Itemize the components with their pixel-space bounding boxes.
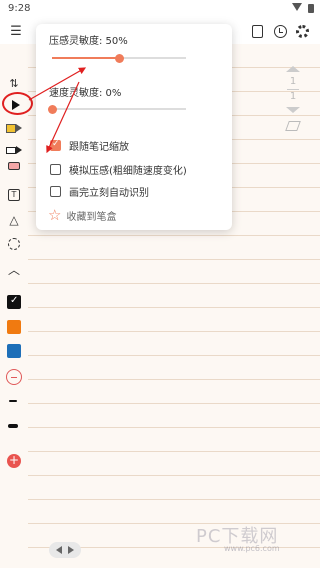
option-follow-zoom[interactable]: 跟随笔记缩放	[50, 138, 129, 153]
remove-color-icon[interactable]	[6, 369, 22, 385]
menu-icon[interactable]: ☰	[8, 23, 24, 39]
note-list-icon[interactable]	[249, 23, 265, 39]
next-page-icon[interactable]	[68, 546, 74, 554]
stroke-width-thin[interactable]	[9, 400, 17, 402]
wifi-icon	[292, 3, 302, 11]
watermark-url: www.pc6.com	[224, 544, 280, 553]
battery-icon	[308, 4, 314, 13]
checkbox[interactable]	[50, 163, 61, 175]
page-divider	[287, 89, 299, 90]
status-bar: 9:28	[0, 0, 320, 18]
stroke-width-thick[interactable]	[8, 424, 18, 428]
pencil-tool[interactable]	[6, 143, 22, 157]
pressure-sensitivity-slider[interactable]	[52, 53, 186, 63]
option-auto-recognize[interactable]: 画完立刻自动识别	[50, 184, 149, 199]
highlighter-tool[interactable]	[6, 121, 22, 135]
page-current: 1	[289, 76, 297, 87]
shapes-icon[interactable]: △	[6, 213, 22, 227]
add-to-penbox-button[interactable]: ☆ 收藏到笔盒	[48, 206, 116, 224]
page-indicator: 1 1	[285, 66, 301, 131]
speed-slider-thumb[interactable]	[48, 104, 57, 114]
color-swatch-black[interactable]	[7, 295, 21, 309]
page-nav-pill[interactable]	[49, 542, 81, 558]
option-label: 画完立刻自动识别	[69, 187, 149, 199]
lasso-icon[interactable]	[6, 237, 22, 251]
checkbox-checked[interactable]	[50, 139, 61, 151]
annotation-circle	[2, 92, 33, 115]
gear-icon[interactable]	[294, 23, 310, 39]
option-label: 模拟压感(粗细随速度变化)	[69, 165, 187, 177]
pen-settings-popup: 压感灵敏度: 50% 速度灵敏度: 0% 跟随笔记缩放 模拟压感(粗细随速度变化…	[36, 24, 232, 230]
swap-icon[interactable]: ⇅	[6, 76, 22, 90]
color-swatch-orange[interactable]	[7, 320, 21, 334]
page-total: 1	[289, 91, 297, 102]
text-tool-icon[interactable]: T	[6, 188, 22, 202]
chevron-up-icon[interactable]: ︿	[6, 262, 22, 277]
page-up-icon[interactable]	[286, 66, 300, 72]
speed-sensitivity-label: 速度灵敏度: 0%	[49, 88, 122, 99]
speed-sensitivity-slider[interactable]	[48, 104, 186, 114]
status-time: 9:28	[8, 3, 31, 14]
history-icon[interactable]	[272, 23, 288, 39]
left-toolbar: ⇅ T △ ︿ +	[0, 44, 28, 568]
option-label: 跟随笔记缩放	[69, 141, 129, 153]
add-to-penbox-label: 收藏到笔盒	[66, 211, 117, 223]
star-icon: ☆	[48, 206, 62, 224]
checkbox[interactable]	[50, 185, 61, 197]
pressure-slider-thumb[interactable]	[115, 53, 124, 63]
option-simulate-pressure[interactable]: 模拟压感(粗细随速度变化)	[50, 162, 187, 177]
page-down-icon[interactable]	[286, 107, 300, 113]
prev-page-icon[interactable]	[56, 546, 62, 554]
pressure-sensitivity-label: 压感灵敏度: 50%	[49, 36, 128, 47]
eraser-tool[interactable]	[6, 159, 22, 173]
pressure-slider-fill	[52, 57, 119, 59]
layers-icon[interactable]	[285, 121, 301, 131]
add-color-icon[interactable]: +	[7, 454, 21, 468]
color-swatch-blue[interactable]	[7, 344, 21, 358]
